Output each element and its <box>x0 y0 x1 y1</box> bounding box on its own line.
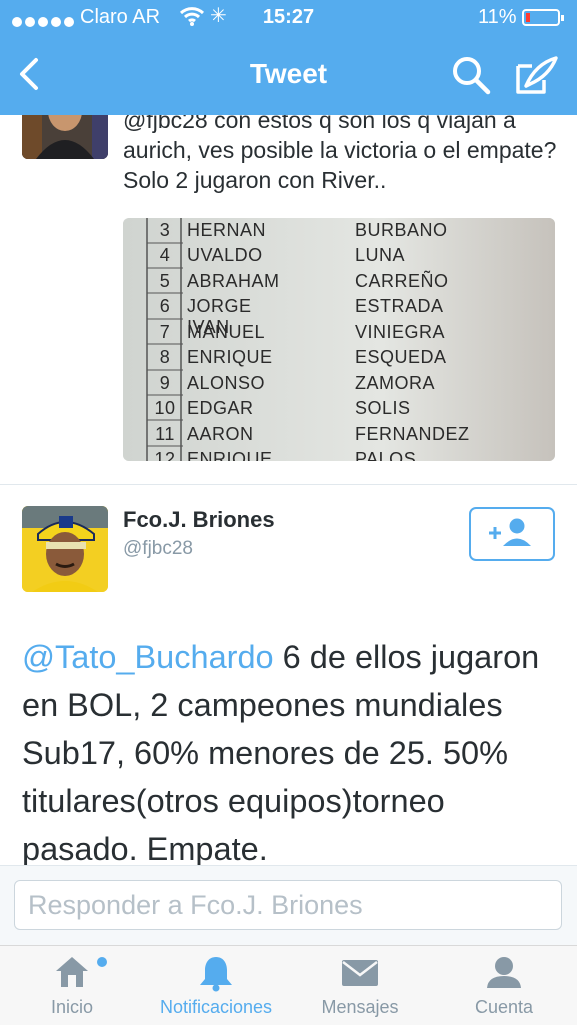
row-number: 6 <box>159 296 171 316</box>
row-last-name: BURBANO <box>355 220 448 240</box>
quoted-tweet-text: @fjbc28 con estos q son los q viajan a a… <box>123 115 557 193</box>
tab-notificaciones[interactable]: Notificaciones <box>144 946 288 1025</box>
tab-bar: Inicio Notificaciones Mensajes Cuenta <box>0 945 577 1025</box>
tab-label: Inicio <box>50 997 94 1017</box>
tab-inicio[interactable]: Inicio <box>0 946 144 1025</box>
nav-header: Claro AR ✳ 15:27 11% Tweet <box>0 0 577 115</box>
row-last-name: ESTRADA <box>355 296 444 316</box>
row-last-name: ZAMORA <box>355 373 436 393</box>
row-last-name: FERNANDEZ <box>355 424 470 444</box>
tab-cuenta[interactable]: Cuenta <box>432 946 576 1025</box>
row-first-name: MANUEL <box>187 322 266 342</box>
notification-dot <box>97 957 107 967</box>
tweet-detail: @fjbc28 con estos q son los q viajan a a… <box>0 115 577 865</box>
row-number: 5 <box>159 271 171 291</box>
home-icon <box>56 957 88 987</box>
row-last-name: PALOS <box>355 449 417 461</box>
row-first-name: EDGAR <box>187 398 254 418</box>
row-number: 10 <box>154 398 176 418</box>
author-handle[interactable]: @fjbc28 <box>123 538 193 560</box>
divider <box>0 484 577 485</box>
status-bar: Claro AR ✳ 15:27 11% <box>0 0 577 38</box>
follow-button[interactable] <box>469 507 555 561</box>
row-last-name: LUNA <box>355 245 406 265</box>
row-first-name: ALONSO <box>187 373 266 393</box>
tab-label: Cuenta <box>474 997 534 1017</box>
author-name[interactable]: Fco.J. Briones <box>123 507 275 533</box>
row-number: 7 <box>159 322 171 342</box>
compose-icon[interactable] <box>512 52 562 98</box>
tab-mensajes[interactable]: Mensajes <box>288 946 432 1025</box>
row-number: 8 <box>159 347 171 367</box>
row-last-name: CARREÑO <box>355 271 449 291</box>
bell-icon <box>200 957 232 992</box>
mention-link[interactable]: @Tato_Buchardo <box>22 639 274 675</box>
row-first-name: ABRAHAM <box>187 271 280 291</box>
row-last-name: ESQUEDA <box>355 347 447 367</box>
row-first-name: ENRIQUE <box>187 449 273 461</box>
row-first-name: HERNAN <box>187 220 267 240</box>
tab-label: Mensajes <box>321 997 399 1017</box>
row-last-name: SOLIS <box>355 398 411 418</box>
row-last-name: VINIEGRA <box>355 322 446 342</box>
row-number: 11 <box>155 424 175 444</box>
author-avatar[interactable] <box>22 506 108 592</box>
battery-icon <box>522 9 564 26</box>
row-number: 9 <box>159 373 171 393</box>
tweet-text: @Tato_Buchardo 6 de ellos jugaron en BOL… <box>22 633 562 865</box>
add-user-icon <box>489 518 531 546</box>
reply-bar <box>0 865 577 946</box>
envelope-icon <box>342 960 378 986</box>
battery-percent: 11% <box>478 6 517 28</box>
row-number: 4 <box>159 245 171 265</box>
tab-label: Notificaciones <box>159 997 273 1017</box>
quoted-author-avatar[interactable] <box>22 115 108 159</box>
row-first-name: AARON <box>187 424 254 444</box>
row-number: 12 <box>154 449 176 461</box>
row-first-name: ENRIQUE <box>187 347 273 367</box>
row-first-name: UVALDO <box>187 245 263 265</box>
tweet-photo[interactable]: 3 HERNAN BURBANO 4 UVALDO LUNA 5 ABRAHAM CARRE… <box>123 218 555 461</box>
person-icon <box>487 957 521 988</box>
search-icon[interactable] <box>448 52 494 98</box>
row-number: 3 <box>159 220 171 240</box>
reply-input[interactable] <box>14 880 562 930</box>
